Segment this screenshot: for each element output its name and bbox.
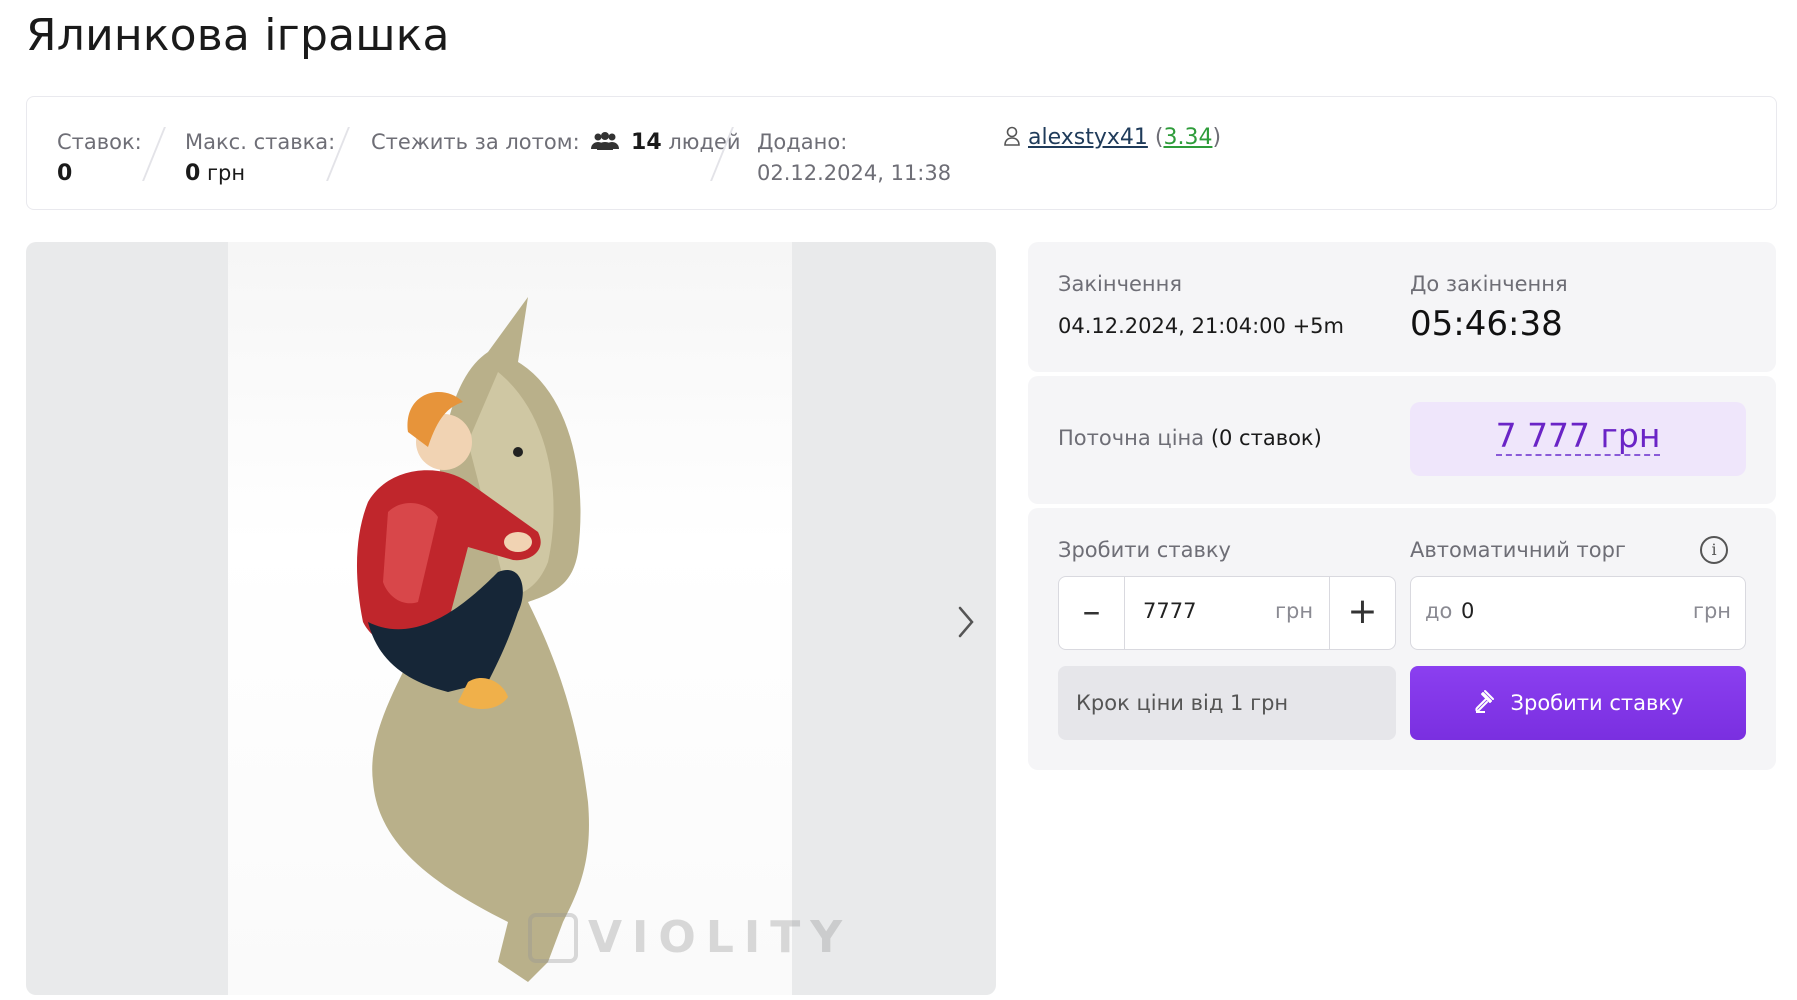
page-title: Ялинкова іграшка <box>26 10 450 61</box>
watermark-logo-icon <box>528 912 578 963</box>
watermark-text: VIOLITY <box>588 912 853 963</box>
bid-amount-input[interactable]: 7777 <box>1143 599 1196 623</box>
max-bid-value: 0 <box>185 161 201 186</box>
price-step-note: Крок ціни від 1 грн <box>1058 666 1396 740</box>
auto-bid-value[interactable]: 0 <box>1461 599 1474 623</box>
auto-bid-prefix: до <box>1425 599 1453 623</box>
auto-bid-input[interactable]: до 0 грн <box>1410 576 1746 650</box>
minus-icon[interactable]: – <box>1059 577 1125 649</box>
watermark: VIOLITY <box>528 912 852 963</box>
bid-unit: грн <box>1275 599 1314 623</box>
people-icon <box>590 130 620 161</box>
gavel-icon <box>1473 688 1499 719</box>
bid-stepper: – 7777 грн + <box>1058 576 1396 650</box>
remaining-label: До закінчення <box>1410 272 1568 296</box>
bid-label: Зробити ставку <box>1058 538 1231 562</box>
watchers-count: 14 <box>631 130 662 155</box>
max-bid-currency: грн <box>207 161 246 185</box>
plus-icon[interactable]: + <box>1329 577 1395 649</box>
auction-timing-panel: Закінчення 04.12.2024, 21:04:00 +5m До з… <box>1028 242 1776 372</box>
auto-bid-label: Автоматичний торг <box>1410 538 1626 562</box>
divider <box>142 127 166 181</box>
seller-rating[interactable]: 3.34 <box>1163 125 1212 150</box>
bids-value: 0 <box>57 161 73 186</box>
lot-photo[interactable] <box>228 242 792 995</box>
place-bid-label: Зробити ставку <box>1510 691 1684 715</box>
seller-info: alexstyx41 (3.34) <box>1003 125 1221 150</box>
seller-link[interactable]: alexstyx41 <box>1028 125 1148 150</box>
max-bid-label: Макс. ставка: <box>185 130 336 154</box>
current-price-panel: Поточна ціна (0 ставок) 7 777 грн <box>1028 376 1776 504</box>
place-bid-button[interactable]: Зробити ставку <box>1410 666 1746 740</box>
countdown-timer: 05:46:38 <box>1410 304 1563 344</box>
current-price-box: 7 777 грн <box>1410 402 1746 476</box>
watchers-label: Стежить за лотом: <box>371 130 580 154</box>
max-bid: Макс. ставка: 0 грн <box>185 127 335 189</box>
bid-panel: Зробити ставку Автоматичний торг i – 777… <box>1028 508 1776 770</box>
current-price-label: Поточна ціна (0 ставок) <box>1058 426 1322 450</box>
info-icon[interactable]: i <box>1700 536 1728 564</box>
user-icon <box>1003 125 1028 150</box>
lot-info-bar: Ставок: 0 Макс. ставка: 0 грн Стежить за… <box>26 96 1777 210</box>
image-gallery: VIOLITY <box>26 242 996 995</box>
bids-count: Ставок: 0 <box>57 127 142 189</box>
bids-label: Ставок: <box>57 130 142 154</box>
added-label: Додано: <box>757 130 848 154</box>
end-label: Закінчення <box>1058 272 1183 296</box>
added-value: 02.12.2024, 11:38 <box>757 161 952 185</box>
chevron-right-icon[interactable] <box>956 602 978 642</box>
added-date: Додано: 02.12.2024, 11:38 <box>757 127 951 189</box>
watchers: Стежить за лотом: 14 людей <box>371 127 741 161</box>
current-price-value[interactable]: 7 777 грн <box>1495 418 1661 456</box>
end-value: 04.12.2024, 21:04:00 +5m <box>1058 314 1344 338</box>
auto-bid-unit: грн <box>1692 599 1731 623</box>
